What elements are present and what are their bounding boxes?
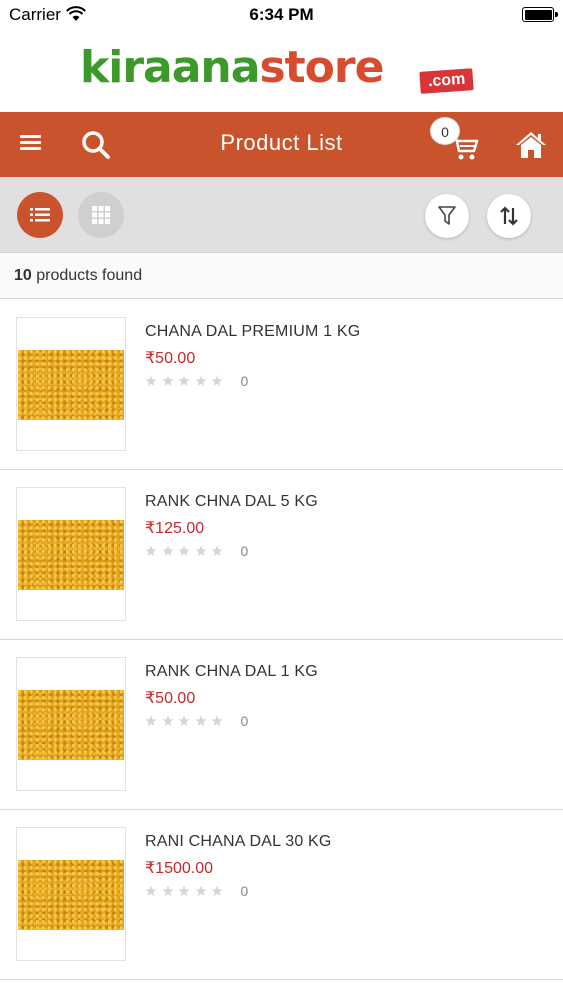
home-icon [516, 132, 546, 158]
sort-icon [500, 206, 518, 226]
product-name[interactable]: RANK CHNA DAL 5 KG [145, 493, 318, 511]
product-count-label: products found [31, 267, 143, 284]
filter-icon [438, 206, 456, 225]
star-icon [178, 375, 190, 386]
star-icon [178, 715, 190, 726]
home-button[interactable] [515, 130, 547, 160]
star-icon [162, 885, 173, 896]
star-icon [145, 885, 157, 896]
star-icon [195, 375, 206, 386]
star-icon [145, 715, 157, 726]
logo-text-part1: kiraana [80, 42, 260, 93]
product-item[interactable]: CHANA DAL PREMIUM 1 KG ₹50.00 0 [0, 300, 563, 470]
result-count-bar: 10 products found [0, 253, 563, 299]
star-icon [211, 545, 223, 556]
product-name[interactable]: CHANA DAL PREMIUM 1 KG [145, 323, 360, 341]
star-icon [178, 545, 190, 556]
clock: 6:34 PM [249, 5, 314, 24]
status-bar: Carrier 6:34 PM [0, 0, 563, 30]
app-header: Product List [0, 112, 563, 177]
product-price: ₹50.00 [145, 350, 196, 367]
product-item[interactable]: RANK CHNA DAL 1 KG ₹50.00 0 [0, 640, 563, 810]
product-item[interactable]: RANI CHANA DAL 30 KG ₹1500.00 0 [0, 810, 563, 980]
cart-count-badge: 0 [430, 117, 460, 145]
product-list: CHANA DAL PREMIUM 1 KG ₹50.00 0 RANK CHN… [0, 300, 563, 980]
product-item[interactable]: RANK CHNA DAL 5 KG ₹125.00 0 [0, 470, 563, 640]
product-image[interactable] [16, 317, 126, 451]
rating-count: 0 [240, 713, 249, 729]
star-icon [211, 885, 223, 896]
product-count-number: 10 [14, 267, 32, 284]
brand-logo[interactable]: kiraanastore .com [80, 42, 485, 102]
product-rating: 0 [145, 542, 248, 560]
logo-text-part3: .com [419, 68, 475, 94]
rating-count: 0 [240, 883, 249, 899]
product-name[interactable]: RANK CHNA DAL 1 KG [145, 663, 318, 681]
star-icon [195, 545, 206, 556]
product-rating: 0 [145, 712, 248, 730]
product-image[interactable] [16, 827, 126, 961]
star-icon [162, 715, 173, 726]
product-rating: 0 [145, 372, 248, 390]
star-icon [178, 885, 190, 896]
filter-button[interactable] [425, 194, 469, 238]
product-price: ₹1500.00 [145, 860, 214, 877]
logo-area: kiraanastore .com [0, 30, 563, 112]
star-icon [195, 715, 206, 726]
rating-count: 0 [240, 543, 249, 559]
star-icon [162, 375, 173, 386]
product-image[interactable] [16, 657, 126, 791]
star-icon [145, 545, 157, 556]
product-count: 10 products found [14, 267, 142, 285]
product-price: ₹50.00 [145, 690, 196, 707]
product-name[interactable]: RANI CHANA DAL 30 KG [145, 833, 332, 851]
sort-button[interactable] [487, 194, 531, 238]
star-icon [195, 885, 206, 896]
grid-view-button[interactable] [78, 192, 124, 238]
logo-text-part2: store [259, 42, 384, 93]
rating-count: 0 [240, 373, 249, 389]
star-icon [145, 375, 157, 386]
list-icon [30, 208, 50, 222]
star-icon [211, 375, 223, 386]
star-icon [162, 545, 173, 556]
product-price: ₹125.00 [145, 520, 205, 537]
grid-icon [92, 206, 110, 224]
view-toolbar [0, 177, 563, 253]
star-icon [211, 715, 223, 726]
product-image[interactable] [16, 487, 126, 621]
product-rating: 0 [145, 882, 248, 900]
list-view-button[interactable] [17, 192, 63, 238]
battery-icon [522, 7, 558, 22]
